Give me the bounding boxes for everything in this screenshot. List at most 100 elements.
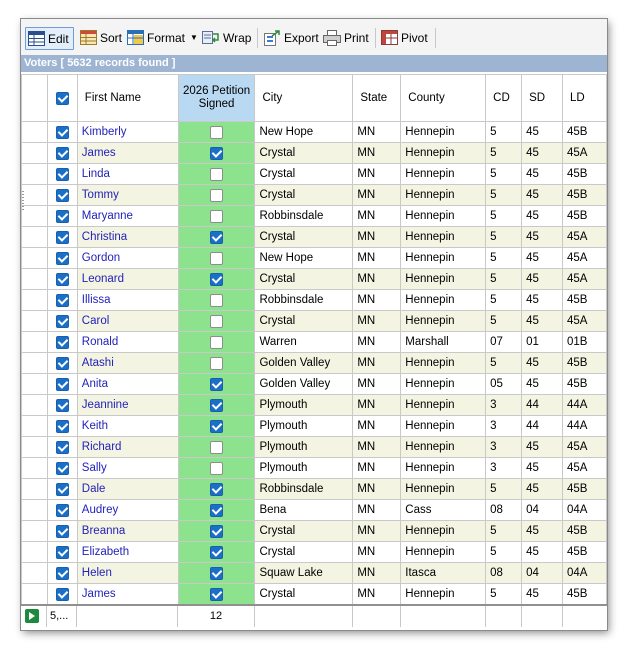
table-row[interactable]: Jeannine Plymouth MN Hennepin 3 44 44A (21, 394, 607, 416)
petition-signed-checkbox[interactable] (177, 562, 256, 584)
checked-icon[interactable] (210, 146, 224, 160)
petition-signed-checkbox[interactable] (177, 394, 256, 416)
first-name-cell[interactable]: Tommy (76, 184, 179, 206)
unchecked-icon[interactable] (210, 293, 224, 307)
petition-signed-checkbox[interactable] (177, 436, 256, 458)
petition-signed-checkbox[interactable] (177, 583, 256, 604)
edit-button[interactable]: Edit (25, 27, 74, 50)
table-row[interactable]: Leonard Crystal MN Hennepin 5 45 45A (21, 268, 607, 290)
row-select-checkbox[interactable] (46, 415, 78, 437)
column-header-city[interactable]: City (254, 74, 354, 122)
wrap-button[interactable]: Wrap (202, 27, 251, 48)
petition-signed-checkbox[interactable] (177, 226, 256, 248)
table-row[interactable]: Sally Plymouth MN Hennepin 3 45 45A (21, 457, 607, 479)
row-select-checkbox[interactable] (46, 142, 78, 164)
table-row[interactable]: Elizabeth Crystal MN Hennepin 5 45 45B (21, 541, 607, 563)
first-name-cell[interactable]: Atashi (76, 352, 179, 374)
petition-signed-checkbox[interactable] (177, 478, 256, 500)
checked-icon[interactable] (55, 125, 69, 139)
petition-signed-checkbox[interactable] (177, 415, 256, 437)
row-select-checkbox[interactable] (46, 121, 78, 143)
checked-icon[interactable] (55, 188, 69, 202)
column-header-first-name[interactable]: First Name (76, 74, 179, 122)
table-row[interactable]: Atashi Golden Valley MN Hennepin 5 45 45B (21, 352, 607, 374)
checked-icon[interactable] (55, 335, 69, 349)
checked-icon[interactable] (210, 566, 224, 580)
first-name-cell[interactable]: Illissa (76, 289, 179, 311)
row-select-checkbox[interactable] (46, 583, 78, 604)
first-name-cell[interactable]: Jeannine (76, 394, 179, 416)
resize-grip[interactable] (22, 191, 24, 211)
row-select-checkbox[interactable] (46, 373, 78, 395)
table-row[interactable]: Christina Crystal MN Hennepin 5 45 45A (21, 226, 607, 248)
checked-icon[interactable] (210, 503, 224, 517)
checked-icon[interactable] (55, 293, 69, 307)
petition-signed-checkbox[interactable] (177, 268, 256, 290)
checked-icon[interactable] (55, 272, 69, 286)
petition-signed-checkbox[interactable] (177, 289, 256, 311)
row-select-checkbox[interactable] (46, 289, 78, 311)
unchecked-icon[interactable] (210, 440, 224, 454)
first-name-cell[interactable]: Helen (76, 562, 179, 584)
first-name-cell[interactable]: Leonard (76, 268, 179, 290)
row-select-checkbox[interactable] (46, 205, 78, 227)
column-header-ld[interactable]: LD (562, 74, 607, 122)
checked-icon[interactable] (55, 209, 69, 223)
first-name-cell[interactable]: Dale (76, 478, 179, 500)
checked-icon[interactable] (55, 566, 69, 580)
checked-icon[interactable] (55, 461, 69, 475)
row-select-checkbox[interactable] (46, 163, 78, 185)
row-select-checkbox[interactable] (46, 331, 78, 353)
first-name-cell[interactable]: Christina (76, 226, 179, 248)
table-row[interactable]: Carol Crystal MN Hennepin 5 45 45A (21, 310, 607, 332)
first-name-cell[interactable]: Elizabeth (76, 541, 179, 563)
first-name-cell[interactable]: Ronald (76, 331, 179, 353)
petition-signed-checkbox[interactable] (177, 310, 256, 332)
checked-icon[interactable] (210, 398, 224, 412)
first-name-cell[interactable]: Audrey (76, 499, 179, 521)
sort-button[interactable]: Sort (80, 27, 122, 48)
unchecked-icon[interactable] (210, 125, 224, 139)
row-select-checkbox[interactable] (46, 478, 78, 500)
table-row[interactable]: Helen Squaw Lake MN Itasca 08 04 04A (21, 562, 607, 584)
petition-signed-checkbox[interactable] (177, 352, 256, 374)
checked-icon[interactable] (210, 545, 224, 559)
table-row[interactable]: Linda Crystal MN Hennepin 5 45 45B (21, 163, 607, 185)
row-select-checkbox[interactable] (46, 352, 78, 374)
petition-signed-checkbox[interactable] (177, 541, 256, 563)
table-row[interactable]: Maryanne Robbinsdale MN Hennepin 5 45 45B (21, 205, 607, 227)
checked-icon[interactable] (55, 482, 69, 496)
petition-signed-checkbox[interactable] (177, 373, 256, 395)
checked-icon[interactable] (55, 587, 69, 601)
row-select-checkbox[interactable] (46, 394, 78, 416)
unchecked-icon[interactable] (210, 188, 224, 202)
excel-export-icon[interactable] (25, 609, 39, 623)
column-header-state[interactable]: State (352, 74, 402, 122)
checked-icon[interactable] (210, 272, 224, 286)
row-select-checkbox[interactable] (46, 310, 78, 332)
pivot-button[interactable]: Pivot (381, 27, 428, 48)
table-row[interactable]: James Crystal MN Hennepin 5 45 45A (21, 142, 607, 164)
petition-signed-checkbox[interactable] (177, 247, 256, 269)
row-select-checkbox[interactable] (46, 520, 78, 542)
column-header-sd[interactable]: SD (521, 74, 563, 122)
unchecked-icon[interactable] (210, 251, 224, 265)
table-row[interactable]: Kimberly New Hope MN Hennepin 5 45 45B (21, 121, 607, 143)
checked-icon[interactable] (55, 146, 69, 160)
first-name-cell[interactable]: James (76, 142, 179, 164)
petition-signed-checkbox[interactable] (177, 121, 256, 143)
checked-icon[interactable] (55, 524, 69, 538)
checked-icon[interactable] (210, 377, 224, 391)
print-button[interactable]: Print (323, 27, 369, 48)
checked-icon[interactable] (210, 587, 224, 601)
first-name-cell[interactable]: James (76, 583, 179, 604)
checked-icon[interactable] (55, 230, 69, 244)
first-name-cell[interactable]: Carol (76, 310, 179, 332)
unchecked-icon[interactable] (210, 335, 224, 349)
table-row[interactable]: Illissa Robbinsdale MN Hennepin 5 45 45B (21, 289, 607, 311)
first-name-cell[interactable]: Gordon (76, 247, 179, 269)
checked-icon[interactable] (55, 503, 69, 517)
petition-signed-checkbox[interactable] (177, 499, 256, 521)
first-name-cell[interactable]: Maryanne (76, 205, 179, 227)
first-name-cell[interactable]: Anita (76, 373, 179, 395)
